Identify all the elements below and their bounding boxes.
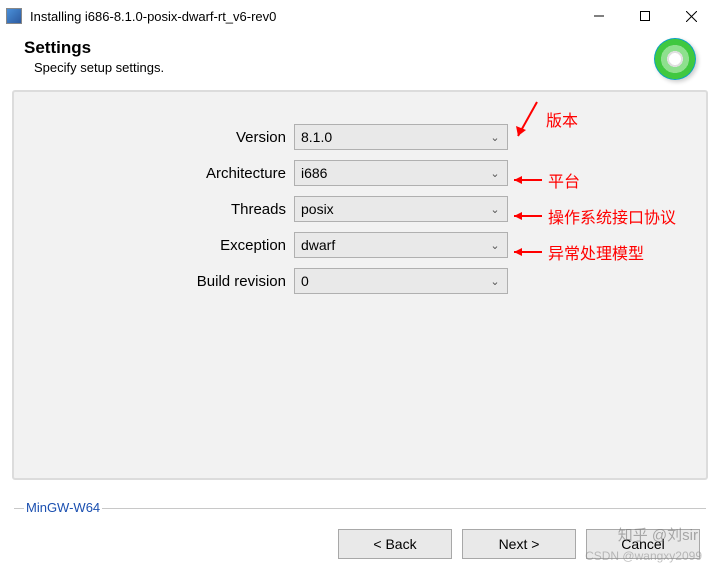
chevron-down-icon: ⌄ <box>489 275 501 288</box>
minimize-button[interactable] <box>576 1 622 31</box>
cd-icon <box>654 38 696 80</box>
arrow-icon <box>508 209 544 223</box>
window-title: Installing i686-8.1.0-posix-dwarf-rt_v6-… <box>30 9 576 24</box>
branding-label: MinGW-W64 <box>24 500 102 515</box>
installer-icon <box>6 8 22 24</box>
watermark-csdn: CSDN @wangxy2099 <box>585 549 702 563</box>
watermark-zhihu: 知乎 @刘sir <box>618 524 698 545</box>
close-button[interactable] <box>668 1 714 31</box>
combo-threads-value: posix <box>301 201 489 217</box>
combo-architecture-value: i686 <box>301 165 489 181</box>
chevron-down-icon: ⌄ <box>489 131 501 144</box>
settings-panel: Version 8.1.0 ⌄ Architecture i686 ⌄ Thre… <box>12 90 708 480</box>
combo-threads[interactable]: posix ⌄ <box>294 196 508 222</box>
chevron-down-icon: ⌄ <box>489 167 501 180</box>
combo-build-revision[interactable]: 0 ⌄ <box>294 268 508 294</box>
combo-exception[interactable]: dwarf ⌄ <box>294 232 508 258</box>
combo-version-value: 8.1.0 <box>301 129 489 145</box>
label-build-revision: Build revision <box>14 273 294 290</box>
annotation-architecture: 平台 <box>508 168 580 192</box>
chevron-down-icon: ⌄ <box>489 203 501 216</box>
combo-architecture[interactable]: i686 ⌄ <box>294 160 508 186</box>
header: Settings Specify setup settings. <box>0 32 720 90</box>
page-subtitle: Specify setup settings. <box>34 60 164 75</box>
annotation-threads: 操作系统接口协议 <box>508 204 676 228</box>
annotation-exception: 异常处理模型 <box>508 240 644 264</box>
row-build-revision: Build revision 0 ⌄ <box>14 268 706 294</box>
row-architecture: Architecture i686 ⌄ <box>14 160 706 186</box>
page-title: Settings <box>24 38 164 58</box>
maximize-button[interactable] <box>622 1 668 31</box>
titlebar: Installing i686-8.1.0-posix-dwarf-rt_v6-… <box>0 0 720 32</box>
next-button[interactable]: Next > <box>462 529 576 559</box>
label-exception: Exception <box>14 237 294 254</box>
row-version: Version 8.1.0 ⌄ <box>14 124 706 150</box>
combo-build-revision-value: 0 <box>301 273 489 289</box>
window-controls <box>576 1 714 31</box>
combo-exception-value: dwarf <box>301 237 489 253</box>
label-architecture: Architecture <box>14 165 294 182</box>
chevron-down-icon: ⌄ <box>489 239 501 252</box>
arrow-icon <box>508 245 544 259</box>
back-button[interactable]: < Back <box>338 529 452 559</box>
fieldset-divider <box>14 508 706 509</box>
annotation-version: 版本 <box>512 96 578 142</box>
label-version: Version <box>14 129 294 146</box>
arrow-icon <box>512 96 542 142</box>
label-threads: Threads <box>14 201 294 218</box>
combo-version[interactable]: 8.1.0 ⌄ <box>294 124 508 150</box>
arrow-icon <box>508 173 544 187</box>
